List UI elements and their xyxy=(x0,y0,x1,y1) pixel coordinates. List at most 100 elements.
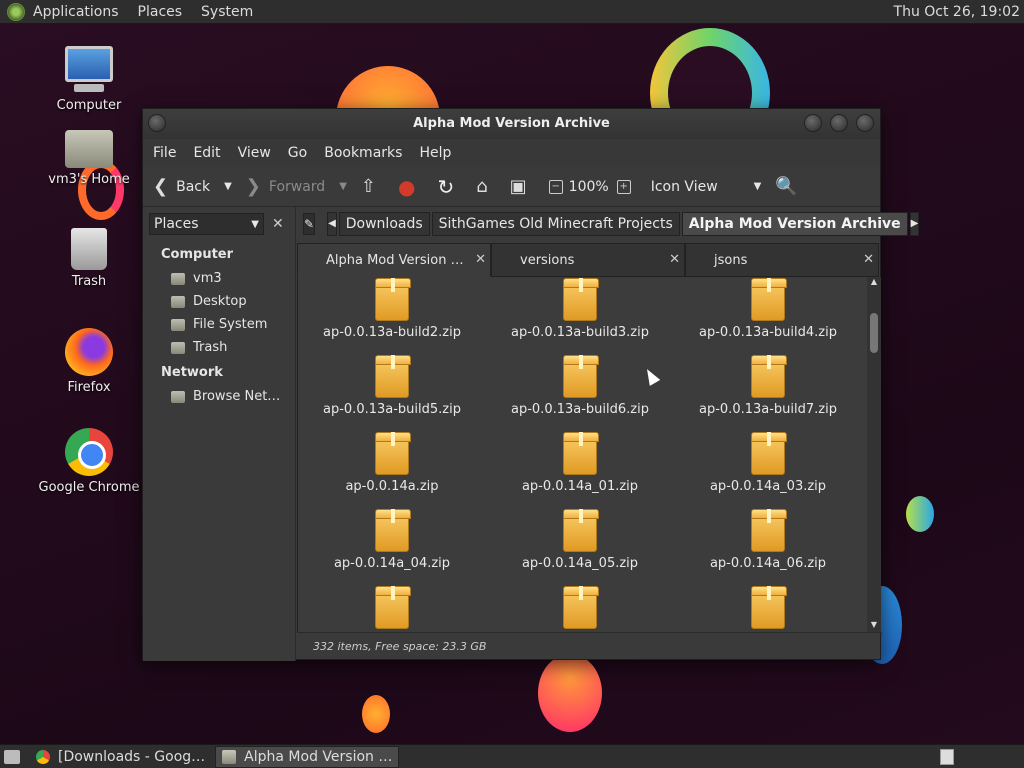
sidebar-item-label: Desktop xyxy=(193,294,247,309)
zoom-level: 100% xyxy=(568,178,609,195)
file-item[interactable] xyxy=(486,586,674,632)
file-item[interactable]: ap-0.0.14a_05.zip xyxy=(486,509,674,580)
close-icon[interactable]: ✕ xyxy=(863,252,874,267)
desktop-icon-firefox[interactable]: Firefox xyxy=(34,328,144,395)
window-menu-button[interactable] xyxy=(148,114,166,132)
distro-logo-icon[interactable] xyxy=(7,2,25,21)
desktop-icon-label: Firefox xyxy=(67,380,111,395)
file-item[interactable]: ap-0.0.13a-build5.zip xyxy=(298,355,486,426)
sidebar-item-file-system[interactable]: File System xyxy=(143,313,295,336)
file-item[interactable]: ap-0.0.13a-build2.zip xyxy=(298,278,486,349)
file-item[interactable]: ap-0.0.14a_03.zip xyxy=(674,432,862,503)
close-button[interactable] xyxy=(856,114,874,132)
arrow-up-icon: ⇧ xyxy=(360,176,376,197)
taskbar-item-chrome[interactable]: [Downloads - Goog… xyxy=(30,746,211,768)
sidebar-item-browse-network[interactable]: Browse Net… xyxy=(143,385,295,408)
vertical-scrollbar[interactable]: ▲ ▼ xyxy=(867,277,881,632)
trash-icon xyxy=(71,228,107,270)
view-mode-select[interactable]: Icon View ▼ xyxy=(651,179,762,195)
file-item[interactable]: ap-0.0.13a-build7.zip xyxy=(674,355,862,426)
menu-bookmarks[interactable]: Bookmarks xyxy=(324,145,402,161)
chevron-down-icon: ▼ xyxy=(753,181,762,192)
menu-view[interactable]: View xyxy=(238,145,271,161)
sidebar-item-vm3[interactable]: vm3 xyxy=(143,267,295,290)
menu-system[interactable]: System xyxy=(201,4,253,20)
menu-places[interactable]: Places xyxy=(138,4,183,20)
tab-versions[interactable]: versions ✕ xyxy=(491,243,685,277)
minimize-button[interactable] xyxy=(804,114,822,132)
menu-edit[interactable]: Edit xyxy=(193,145,220,161)
window-titlebar[interactable]: Alpha Mod Version Archive xyxy=(143,109,880,139)
zip-archive-icon xyxy=(751,278,787,321)
breadcrumb-downloads[interactable]: Downloads xyxy=(338,212,430,236)
tab-jsons[interactable]: jsons ✕ xyxy=(685,243,879,277)
file-item[interactable]: ap-0.0.13a-build3.zip xyxy=(486,278,674,349)
tab-alpha-mod[interactable]: Alpha Mod Version … ✕ xyxy=(297,243,491,277)
maximize-button[interactable] xyxy=(830,114,848,132)
file-item[interactable]: ap-0.0.14a_06.zip xyxy=(674,509,862,580)
zoom-out-icon[interactable]: − xyxy=(548,179,563,194)
zip-archive-icon xyxy=(751,586,787,629)
computer-button[interactable]: ▣ xyxy=(510,176,535,197)
zip-archive-icon xyxy=(563,586,599,629)
file-item[interactable]: ap-0.0.13a-build4.zip xyxy=(674,278,862,349)
sidebar-item-trash[interactable]: Trash xyxy=(143,336,295,359)
edit-location-icon[interactable]: ✎ xyxy=(303,213,316,235)
menu-file[interactable]: File xyxy=(153,145,176,161)
desktop-icon-home[interactable]: vm3's Home xyxy=(34,130,144,187)
scrollbar-thumb[interactable] xyxy=(870,313,878,353)
path-scroll-left-icon[interactable]: ◀ xyxy=(327,212,337,236)
zoom-in-icon[interactable]: + xyxy=(616,179,631,194)
file-item[interactable] xyxy=(674,586,862,632)
zip-archive-icon xyxy=(375,586,411,629)
file-item[interactable] xyxy=(298,586,486,632)
home-button[interactable]: ⌂ xyxy=(476,176,495,197)
zoom-control: − 100% + xyxy=(548,178,637,195)
workspace-switcher[interactable] xyxy=(940,749,954,765)
file-item[interactable]: ap-0.0.14a_04.zip xyxy=(298,509,486,580)
forward-label: Forward xyxy=(268,178,326,195)
breadcrumb-sithgames[interactable]: SithGames Old Minecraft Projects xyxy=(431,212,680,236)
menu-applications[interactable]: Applications xyxy=(33,4,119,20)
wallpaper-pink-shape xyxy=(538,654,602,732)
scroll-up-icon[interactable]: ▲ xyxy=(867,277,881,289)
reload-button[interactable]: ↻ xyxy=(437,175,462,199)
chrome-icon xyxy=(65,428,113,476)
scroll-down-icon[interactable]: ▼ xyxy=(867,620,881,632)
desktop-icon-trash[interactable]: Trash xyxy=(34,228,144,289)
back-button[interactable]: ❮ Back ▼ xyxy=(153,176,232,197)
desktop-icon-chrome[interactable]: Google Chrome xyxy=(34,428,144,495)
taskbar-item-file-manager[interactable]: Alpha Mod Version … xyxy=(215,745,400,768)
side-pane-selector-label: Places xyxy=(154,216,199,232)
show-desktop-icon[interactable] xyxy=(4,749,20,764)
file-name: ap-0.0.13a-build5.zip xyxy=(323,402,461,417)
forward-button[interactable]: ❯ Forward ▼ xyxy=(246,176,347,197)
forward-history-dropdown-icon[interactable]: ▼ xyxy=(339,181,347,192)
desktop-icon-computer[interactable]: Computer xyxy=(34,46,144,113)
sidebar-item-desktop[interactable]: Desktop xyxy=(143,290,295,313)
drive-icon xyxy=(171,318,185,331)
chevron-down-icon: ▼ xyxy=(251,218,259,230)
up-button[interactable]: ⇧ xyxy=(361,176,384,197)
file-item[interactable]: ap-0.0.14a_01.zip xyxy=(486,432,674,503)
back-history-dropdown-icon[interactable]: ▼ xyxy=(224,181,232,192)
path-scroll-right-icon[interactable]: ▶ xyxy=(909,212,920,236)
menu-go[interactable]: Go xyxy=(288,145,307,161)
menu-help[interactable]: Help xyxy=(419,145,451,161)
zip-archive-icon xyxy=(563,355,599,398)
file-item[interactable]: ap-0.0.14a.zip xyxy=(298,432,486,503)
stop-button[interactable]: ● xyxy=(398,175,423,199)
file-view[interactable]: ap-0.0.13a-build2.zip ap-0.0.13a-build3.… xyxy=(297,277,867,632)
file-name: ap-0.0.14a_05.zip xyxy=(521,556,639,571)
close-icon[interactable]: ✕ xyxy=(669,252,680,267)
side-pane-selector[interactable]: Places ▼ xyxy=(149,213,264,235)
close-icon[interactable]: ✕ xyxy=(475,252,486,267)
home-folder-icon xyxy=(171,272,185,285)
clock[interactable]: Thu Oct 26, 19:02 xyxy=(894,4,1020,20)
zip-archive-icon xyxy=(751,432,787,475)
search-button[interactable]: 🔍 xyxy=(775,176,805,197)
close-icon[interactable]: ✕ xyxy=(272,216,284,232)
file-name: ap-0.0.13a-build6.zip xyxy=(511,402,649,417)
tab-bar: Alpha Mod Version … ✕ versions ✕ jsons ✕ xyxy=(297,243,882,277)
breadcrumb-current[interactable]: Alpha Mod Version Archive xyxy=(681,212,908,236)
